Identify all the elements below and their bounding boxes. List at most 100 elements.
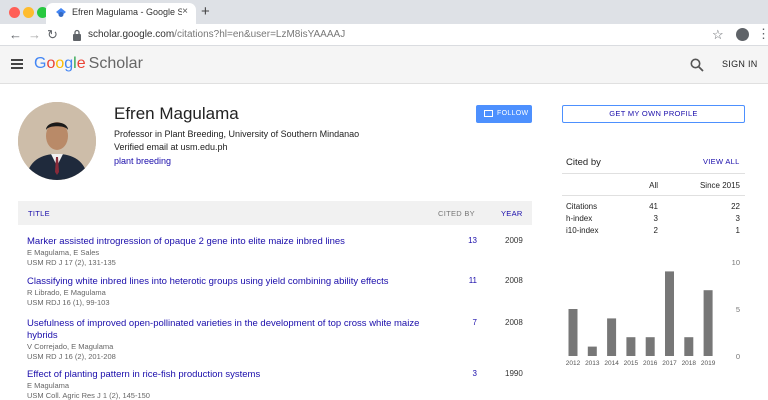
- x-tick-label: 2018: [682, 360, 697, 367]
- forward-arrow-icon[interactable]: →: [28, 27, 41, 43]
- profile-affiliation: Professor in Plant Breeding, University …: [114, 129, 360, 139]
- article-authors: E Magulama, E Sales: [27, 248, 100, 257]
- y-tick-label: 10: [732, 258, 740, 267]
- metric-since: 3: [735, 214, 740, 223]
- profile-name: Efren Magulama: [114, 104, 239, 123]
- article-row: Usefulness of improved open-pollinated v…: [27, 318, 527, 362]
- logo-letter: e: [76, 55, 86, 72]
- article-title-link[interactable]: Effect of planting pattern in rice-fish …: [27, 369, 437, 381]
- url-host: scholar.google.com: [88, 29, 175, 40]
- metric-all: 3: [653, 214, 658, 223]
- article-year: 2008: [505, 318, 523, 327]
- follow-label: FOLLOW: [497, 110, 529, 117]
- sort-by-year-link[interactable]: YEAR: [501, 209, 523, 218]
- reload-icon[interactable]: ↻: [47, 27, 58, 43]
- x-tick-label: 2013: [585, 360, 600, 367]
- article-row: Classifying white inbred lines into hete…: [27, 276, 527, 308]
- article-year: 2009: [505, 236, 523, 245]
- logo-letter: o: [55, 55, 65, 72]
- hamburger-menu-icon[interactable]: [11, 59, 23, 69]
- article-journal: USM Coll. Agric Res J 1 (2), 145-150: [27, 391, 150, 400]
- search-icon[interactable]: [690, 58, 704, 72]
- logo-letter: g: [64, 55, 74, 72]
- metric-label: i10-index: [566, 226, 599, 235]
- metric-all: 41: [649, 202, 658, 211]
- chart-bar[interactable]: [607, 318, 617, 356]
- cited-by-link[interactable]: 3: [465, 369, 477, 378]
- metric-label: Citations: [566, 202, 598, 211]
- article-year: 2008: [505, 276, 523, 285]
- sort-by-cited-link[interactable]: CITED BY: [438, 209, 475, 218]
- bookmark-star-icon[interactable]: ☆: [712, 27, 724, 43]
- envelope-icon: [484, 110, 493, 117]
- view-all-link[interactable]: VIEW ALL: [703, 157, 740, 166]
- x-tick-label: 2017: [662, 360, 677, 367]
- sort-by-title-link[interactable]: TITLE: [28, 209, 50, 218]
- sign-in-button[interactable]: SIGN IN: [722, 59, 758, 69]
- browser-tab-bar: Efren Magulama - Google Scholar × +: [0, 0, 768, 24]
- chart-bar[interactable]: [587, 346, 597, 356]
- cited-by-link[interactable]: 7: [465, 318, 477, 327]
- metric-since: 22: [731, 202, 740, 211]
- article-title-link[interactable]: Usefulness of improved open-pollinated v…: [27, 318, 437, 342]
- article-journal: USM RD J 16 (2), 201-208: [27, 352, 116, 361]
- new-tab-button[interactable]: +: [201, 3, 210, 21]
- scholar-favicon-icon: [56, 8, 66, 17]
- account-icon[interactable]: [736, 28, 749, 41]
- x-tick-label: 2015: [624, 360, 639, 367]
- google-scholar-logo[interactable]: Google Scholar: [34, 55, 143, 73]
- follow-button[interactable]: FOLLOW: [476, 105, 532, 123]
- divider: [562, 173, 745, 174]
- article-journal: USM RDJ 16 (1), 99-103: [27, 298, 110, 307]
- x-tick-label: 2019: [701, 360, 716, 367]
- article-title-link[interactable]: Marker assisted introgression of opaque …: [27, 236, 437, 248]
- chart-bar[interactable]: [568, 309, 578, 356]
- article-journal: USM RD J 17 (2), 131-135: [27, 258, 116, 267]
- close-window-button[interactable]: [9, 7, 20, 18]
- browser-menu-icon[interactable]: ⋮: [757, 26, 768, 42]
- metric-all: 2: [653, 226, 658, 235]
- article-title-link[interactable]: Classifying white inbred lines into hete…: [27, 276, 437, 288]
- metric-since: 1: [735, 226, 740, 235]
- cited-by-link[interactable]: 11: [465, 276, 477, 285]
- profile-photo: [18, 102, 96, 180]
- avatar: [18, 102, 96, 180]
- profile-verified-email: Verified email at usm.edu.ph: [114, 142, 228, 152]
- chart-bar[interactable]: [665, 271, 674, 356]
- citations-bar-chart: 10 5 0 2012 2013 2014 2015 2016 2017 2018 2019: [566, 258, 740, 367]
- lock-icon: [73, 29, 81, 41]
- browser-tab[interactable]: Efren Magulama - Google Scholar ×: [46, 3, 196, 24]
- articles-table-header: TITLE CITED BY YEAR: [18, 201, 532, 225]
- back-arrow-icon[interactable]: ←: [9, 27, 22, 43]
- col-all-header: All: [649, 181, 658, 190]
- url-path: /citations?hl=en&user=LzM8isYAAAAJ: [174, 29, 346, 40]
- tab-title: Efren Magulama - Google Scholar: [72, 7, 182, 17]
- article-year: 1990: [505, 369, 523, 378]
- chart-bar[interactable]: [626, 337, 636, 356]
- col-since-header: Since 2015: [699, 181, 740, 190]
- x-tick-label: 2012: [566, 360, 581, 367]
- article-row: Effect of planting pattern in rice-fish …: [27, 369, 527, 400]
- x-tick-label: 2016: [643, 360, 658, 367]
- logo-product-name: Scholar: [88, 55, 143, 72]
- url-field[interactable]: scholar.google.com/citations?hl=en&user=…: [88, 29, 345, 40]
- get-my-own-profile-button[interactable]: GET MY OWN PROFILE: [562, 105, 745, 123]
- y-tick-label: 5: [736, 305, 740, 314]
- minimize-window-button[interactable]: [23, 7, 34, 18]
- article-row: Marker assisted introgression of opaque …: [27, 236, 527, 268]
- metric-label: h-index: [566, 214, 593, 223]
- research-interest-link[interactable]: plant breeding: [114, 156, 171, 166]
- logo-letter: G: [34, 55, 47, 72]
- chart-bar[interactable]: [703, 290, 713, 356]
- article-authors: R Librado, E Magulama: [27, 288, 106, 297]
- chart-bar[interactable]: [684, 337, 694, 356]
- divider: [562, 195, 745, 196]
- cited-by-heading: Cited by: [566, 157, 601, 168]
- tab-close-icon[interactable]: ×: [182, 6, 188, 17]
- cited-by-link[interactable]: 13: [465, 236, 477, 245]
- scholar-header: Google Scholar SIGN IN: [0, 46, 768, 84]
- y-tick-label: 0: [736, 352, 740, 361]
- chart-bar[interactable]: [645, 337, 655, 356]
- article-authors: V Correjado, E Magulama: [27, 342, 114, 351]
- article-authors: E Magulama: [27, 381, 70, 390]
